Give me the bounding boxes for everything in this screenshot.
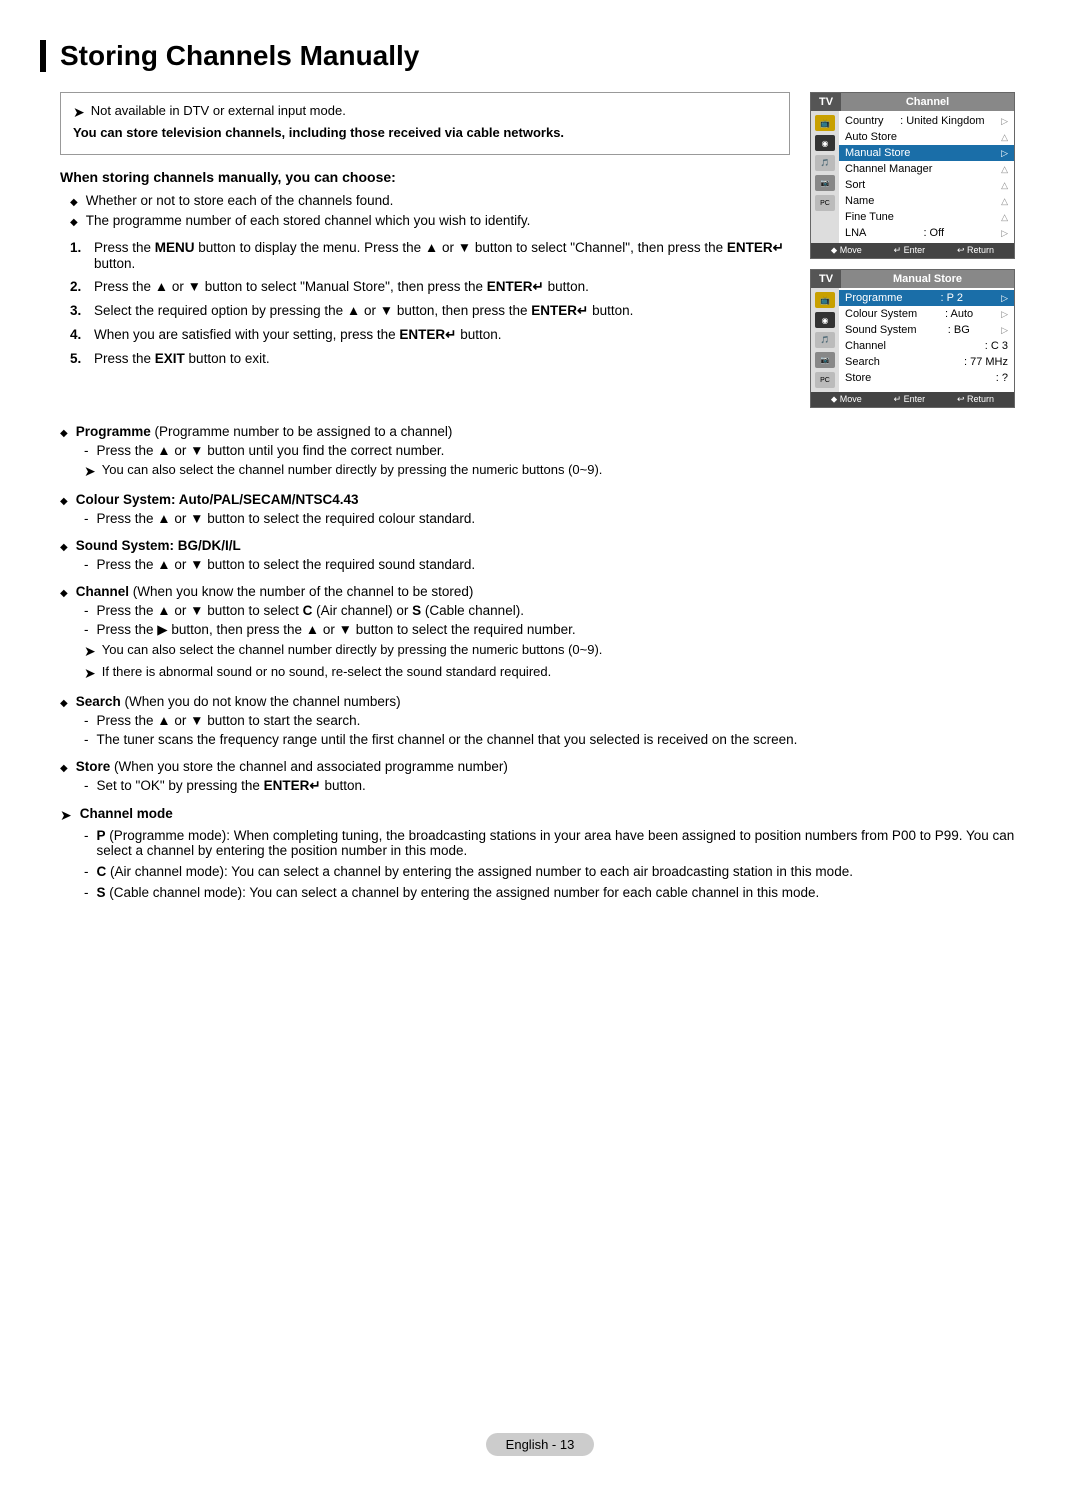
- tv-header-manual-store: Manual Store: [841, 270, 1014, 288]
- bullet-icon: ◆: [70, 197, 78, 208]
- step-1: 1. Press the MENU button to display the …: [70, 240, 790, 271]
- feature-sound-system: ◆ Sound System: BG/DK/I/L - Press the ▲ …: [60, 538, 1020, 572]
- tv-menu-footer: ⬥ Move ↵ Enter ↩ Return: [811, 243, 1014, 258]
- list-item: - Press the ▲ or ▼ button to select the …: [84, 511, 1020, 526]
- list-item: - Press the ▶ button, then press the ▲ o…: [84, 622, 1020, 638]
- step-text: Select the required option by pressing t…: [94, 303, 790, 319]
- note-box: ➤ Not available in DTV or external input…: [60, 92, 790, 155]
- step-5: 5. Press the EXIT button to exit.: [70, 351, 790, 366]
- list-item: - Press the ▲ or ▼ button until you find…: [84, 443, 1020, 458]
- tv-menu-item: Fine Tune△: [839, 209, 1014, 225]
- feature-channel: ◆ Channel (When you know the number of t…: [60, 584, 1020, 682]
- sub-note: ➤ You can also select the channel number…: [60, 642, 1020, 660]
- tv-menu-item: Auto Store△: [839, 129, 1014, 145]
- tv-menu-item: Sort△: [839, 177, 1014, 193]
- list-item: ◆ The programme number of each stored ch…: [70, 213, 790, 228]
- sidebar-icon: 📷: [815, 352, 835, 368]
- tv-menu-item: Name△: [839, 193, 1014, 209]
- tv-menu-item: LNA: Off▷: [839, 225, 1014, 241]
- bullet-icon: ◆: [60, 588, 68, 599]
- list-item: - Press the ▲ or ▼ button to select the …: [84, 557, 1020, 572]
- bullet-icon: ◆: [60, 698, 68, 709]
- tv-images: TV Channel 📺 ◉ 🎵 📷 PC Country: United Ki…: [810, 92, 1020, 408]
- footer-text: English - 13: [486, 1433, 595, 1456]
- feature-search: ◆ Search (When you do not know the chann…: [60, 694, 1020, 747]
- bullet-list: ◆ Whether or not to store each of the ch…: [60, 193, 790, 228]
- tv-menu-sidebar: 📺 ◉ 🎵 📷 PC: [811, 288, 839, 392]
- sub-note: ➤ You can also select the channel number…: [60, 462, 1020, 480]
- step-text: When you are satisfied with your setting…: [94, 327, 790, 343]
- sidebar-icon: PC: [815, 195, 835, 211]
- tv-menu-item: Sound System: BG▷: [839, 322, 1014, 338]
- sidebar-icon: 📺: [815, 115, 835, 131]
- step-number: 4.: [70, 327, 86, 343]
- tv-menu-item: Channel Manager△: [839, 161, 1014, 177]
- list-item: - S (Cable channel mode): You can select…: [84, 885, 1020, 900]
- tv-menu-items: Country: United Kingdom▷ Auto Store△ Man…: [839, 111, 1014, 243]
- list-item: - Press the ▲ or ▼ button to select C (A…: [84, 603, 1020, 618]
- list-item: - Press the ▲ or ▼ button to start the s…: [84, 713, 1020, 728]
- list-item: - The tuner scans the frequency range un…: [84, 732, 1020, 747]
- tv-menu-item: Store: ?: [839, 370, 1014, 386]
- tv-menu-item: Colour System: Auto▷: [839, 306, 1014, 322]
- tv-menu-item-selected: Programme: P 2▷: [839, 290, 1014, 306]
- sidebar-icon: 🎵: [815, 332, 835, 348]
- list-item: - C (Air channel mode): You can select a…: [84, 864, 1020, 879]
- sidebar-icon: 📺: [815, 292, 835, 308]
- bullet-icon: ◆: [60, 542, 68, 553]
- tv-menu-manual-store: TV Manual Store 📺 ◉ 🎵 📷 PC Programme: P …: [810, 269, 1015, 408]
- step-number: 2.: [70, 279, 86, 295]
- note-arrow-icon: ➤: [73, 104, 85, 121]
- channel-mode-section: ➤ Channel mode - P (Programme mode): Whe…: [60, 806, 1020, 900]
- tv-menu-footer: ⬥ Move ↵ Enter ↩ Return: [811, 392, 1014, 407]
- bullet-icon: ◆: [60, 496, 68, 507]
- bullet-icon: ◆: [70, 217, 78, 228]
- feature-programme: ◆ Programme (Programme number to be assi…: [60, 424, 1020, 480]
- step-text: Press the MENU button to display the men…: [94, 240, 790, 271]
- tv-menu-item: Channel: C 3: [839, 338, 1014, 354]
- step-text: Press the EXIT button to exit.: [94, 351, 790, 366]
- tv-header-label: TV: [811, 270, 841, 288]
- list-item: ◆ Whether or not to store each of the ch…: [70, 193, 790, 208]
- list-item: - P (Programme mode): When completing tu…: [84, 828, 1020, 858]
- sidebar-icon: 📷: [815, 175, 835, 191]
- tv-menu-item-selected: Manual Store▷: [839, 145, 1014, 161]
- section-heading: When storing channels manually, you can …: [60, 169, 790, 185]
- feature-store: ◆ Store (When you store the channel and …: [60, 759, 1020, 794]
- numbered-list: 1. Press the MENU button to display the …: [60, 240, 790, 366]
- tv-menu-channel: TV Channel 📺 ◉ 🎵 📷 PC Country: United Ki…: [810, 92, 1015, 259]
- page-title: Storing Channels Manually: [40, 40, 1020, 72]
- page-footer: English - 13: [0, 1433, 1080, 1456]
- bullet-icon: ◆: [60, 428, 68, 439]
- step-number: 3.: [70, 303, 86, 319]
- note-line1: Not available in DTV or external input m…: [91, 103, 346, 118]
- feature-colour-system: ◆ Colour System: Auto/PAL/SECAM/NTSC4.43…: [60, 492, 1020, 526]
- note-line2: You can store television channels, inclu…: [73, 125, 564, 140]
- tv-menu-sidebar: 📺 ◉ 🎵 📷 PC: [811, 111, 839, 243]
- step-number: 1.: [70, 240, 86, 271]
- step-4: 4. When you are satisfied with your sett…: [70, 327, 790, 343]
- tv-menu-item: Country: United Kingdom▷: [839, 113, 1014, 129]
- sidebar-icon: ◉: [815, 135, 835, 151]
- tv-header-label: TV: [811, 93, 841, 111]
- bullet-icon: ◆: [60, 763, 68, 774]
- tv-header-channel: Channel: [841, 93, 1014, 111]
- step-2: 2. Press the ▲ or ▼ button to select "Ma…: [70, 279, 790, 295]
- list-item: - Set to "OK" by pressing the ENTER↵ but…: [84, 778, 1020, 794]
- step-3: 3. Select the required option by pressin…: [70, 303, 790, 319]
- step-number: 5.: [70, 351, 86, 366]
- sidebar-icon: PC: [815, 372, 835, 388]
- tv-menu-items: Programme: P 2▷ Colour System: Auto▷ Sou…: [839, 288, 1014, 392]
- sub-note: ➤ If there is abnormal sound or no sound…: [60, 664, 1020, 682]
- step-text: Press the ▲ or ▼ button to select "Manua…: [94, 279, 790, 295]
- sidebar-icon: ◉: [815, 312, 835, 328]
- tv-menu-item: Search: 77 MHz: [839, 354, 1014, 370]
- sidebar-icon: 🎵: [815, 155, 835, 171]
